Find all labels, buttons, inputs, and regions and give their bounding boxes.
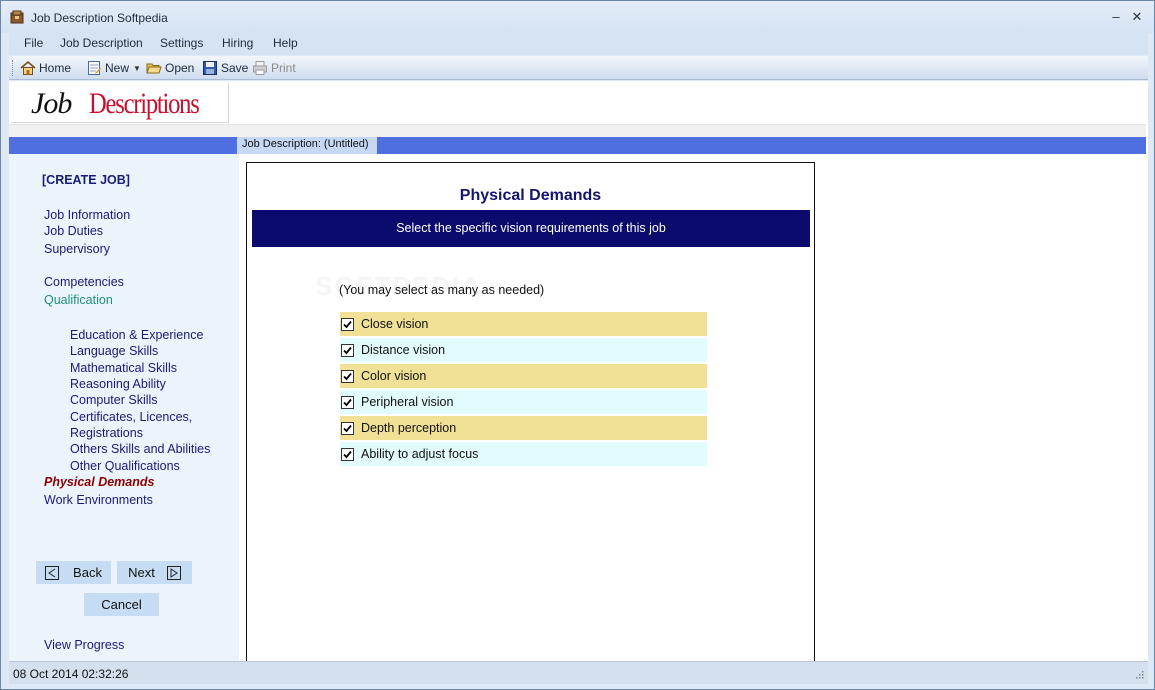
arrow-right-icon (166, 565, 181, 580)
vision-option-checkbox[interactable] (341, 395, 354, 409)
menu-job-description[interactable]: Job Description (60, 36, 143, 50)
separator (9, 125, 1146, 137)
arrow-left-icon (45, 565, 60, 580)
nav-work-environments[interactable]: Work Environments (44, 493, 153, 507)
nav-computer-skills[interactable]: Computer Skills (70, 393, 158, 407)
nav-registrations[interactable]: Registrations (70, 426, 143, 440)
save-label: Save (221, 61, 249, 75)
nav-reasoning-ability[interactable]: Reasoning Ability (70, 377, 166, 391)
minimize-button[interactable]: – (1108, 9, 1124, 25)
save-button[interactable]: Save (202, 59, 248, 77)
app-window: Job Description Softpedia – ✕ File Job D… (0, 0, 1155, 690)
nav-competencies[interactable]: Competencies (44, 275, 124, 289)
nav-education-experience[interactable]: Education & Experience (70, 328, 203, 342)
accent-bar-right (377, 137, 1146, 154)
checkmark-icon (343, 398, 352, 406)
home-icon (20, 60, 36, 75)
vision-option-row[interactable]: Peripheral vision (340, 390, 707, 414)
cancel-button[interactable]: Cancel (84, 593, 159, 616)
nav-create-job[interactable]: [CREATE JOB] (42, 173, 130, 187)
nav-physical-demands[interactable]: Physical Demands (44, 475, 154, 489)
checkmark-icon (343, 424, 352, 432)
app-icon (10, 10, 24, 24)
vision-option-checkbox[interactable] (341, 369, 354, 383)
print-label: Print (271, 61, 296, 75)
status-bar: 08 Oct 2014 02:32:26 (9, 661, 1148, 684)
checkmark-icon (343, 346, 352, 354)
vision-option-checkbox[interactable] (341, 447, 354, 461)
nav-supervisory[interactable]: Supervisory (44, 242, 110, 256)
nav-other-qualifications[interactable]: Other Qualifications (70, 459, 180, 473)
panel-instruction-banner: Select the specific vision requirements … (252, 210, 810, 247)
physical-demands-panel: Physical Demands Select the specific vis… (246, 162, 815, 662)
content-area: Job Descriptions Job Description: (Untit… (9, 81, 1148, 662)
nav-others-skills[interactable]: Others Skills and Abilities (70, 442, 210, 456)
printer-icon (253, 61, 267, 75)
logo-job-text: Job (31, 87, 72, 120)
menu-file[interactable]: File (24, 36, 43, 50)
vision-option-row[interactable]: Color vision (340, 364, 707, 388)
panel-title: Physical Demands (459, 187, 602, 204)
vision-option-checkbox[interactable] (341, 317, 354, 331)
nav-qualification[interactable]: Qualification (44, 293, 113, 307)
vision-option-label: Color vision (361, 369, 427, 383)
vision-option-row[interactable]: Close vision (340, 312, 707, 336)
vision-option-label: Depth perception (361, 421, 457, 435)
checkmark-icon (343, 372, 352, 380)
document-status-bar: Job Description: (Untitled) (237, 137, 377, 154)
document-status: Job Description: (Untitled) (242, 138, 369, 150)
logo: Job Descriptions (11, 83, 229, 123)
next-button[interactable]: Next (117, 561, 192, 584)
vision-option-row[interactable]: Depth perception (340, 416, 707, 440)
logo-band: Job Descriptions (9, 81, 1146, 125)
open-button[interactable]: Open (146, 59, 194, 77)
vision-option-checkbox[interactable] (341, 421, 354, 435)
toolbar-grip[interactable] (12, 60, 15, 76)
nav-job-information[interactable]: Job Information (44, 208, 130, 222)
vision-option-label: Peripheral vision (361, 395, 454, 409)
close-button[interactable]: ✕ (1129, 9, 1145, 25)
toolbar: Home New ▼ Open Save Print (9, 56, 1148, 80)
menu-hiring[interactable]: Hiring (222, 36, 253, 50)
vision-option-row[interactable]: Ability to adjust focus (340, 442, 707, 466)
print-button[interactable]: Print (252, 59, 296, 77)
new-label: New (105, 61, 130, 75)
vision-option-label: Distance vision (361, 343, 446, 357)
accent-bar-left (9, 137, 237, 154)
vision-option-label: Ability to adjust focus (361, 447, 479, 461)
checkmark-icon (343, 320, 352, 328)
selection-hint: (You may select as many as needed) (339, 283, 545, 297)
home-button[interactable]: Home (20, 59, 71, 77)
cancel-label: Cancel (101, 597, 142, 612)
nav-job-duties[interactable]: Job Duties (44, 224, 103, 238)
save-disk-icon (203, 61, 217, 75)
nav-certificates[interactable]: Certificates, Licences, (70, 410, 192, 424)
resize-grip-icon[interactable] (1134, 668, 1144, 679)
nav-mathematical-skills[interactable]: Mathematical Skills (70, 361, 177, 375)
title-bar: Job Description Softpedia – ✕ (1, 1, 1154, 33)
new-document-icon (88, 61, 101, 75)
nav-view-progress[interactable]: View Progress (44, 638, 124, 652)
back-button[interactable]: Back (36, 561, 111, 584)
wizard-nav: [CREATE JOB] Job Information Job Duties … (9, 154, 239, 661)
vision-option-row[interactable]: Distance vision (340, 338, 707, 362)
menu-help[interactable]: Help (273, 36, 298, 50)
logo-descriptions-text: Descriptions (89, 87, 200, 120)
open-label: Open (165, 61, 195, 75)
menu-settings[interactable]: Settings (160, 36, 203, 50)
menu-bar: File Job Description Settings Hiring Hel… (9, 33, 1148, 55)
next-label: Next (128, 565, 155, 580)
chevron-down-icon[interactable]: ▼ (133, 64, 141, 73)
vision-option-label: Close vision (361, 317, 429, 331)
status-datetime: 08 Oct 2014 02:32:26 (13, 667, 129, 681)
checkmark-icon (343, 450, 352, 458)
folder-open-icon (146, 63, 162, 74)
new-button[interactable]: New ▼ (86, 59, 141, 77)
home-label: Home (39, 61, 72, 75)
nav-language-skills[interactable]: Language Skills (70, 344, 158, 358)
vision-option-checkbox[interactable] (341, 343, 354, 357)
back-label: Back (73, 565, 102, 580)
window-title: Job Description Softpedia (31, 11, 168, 25)
